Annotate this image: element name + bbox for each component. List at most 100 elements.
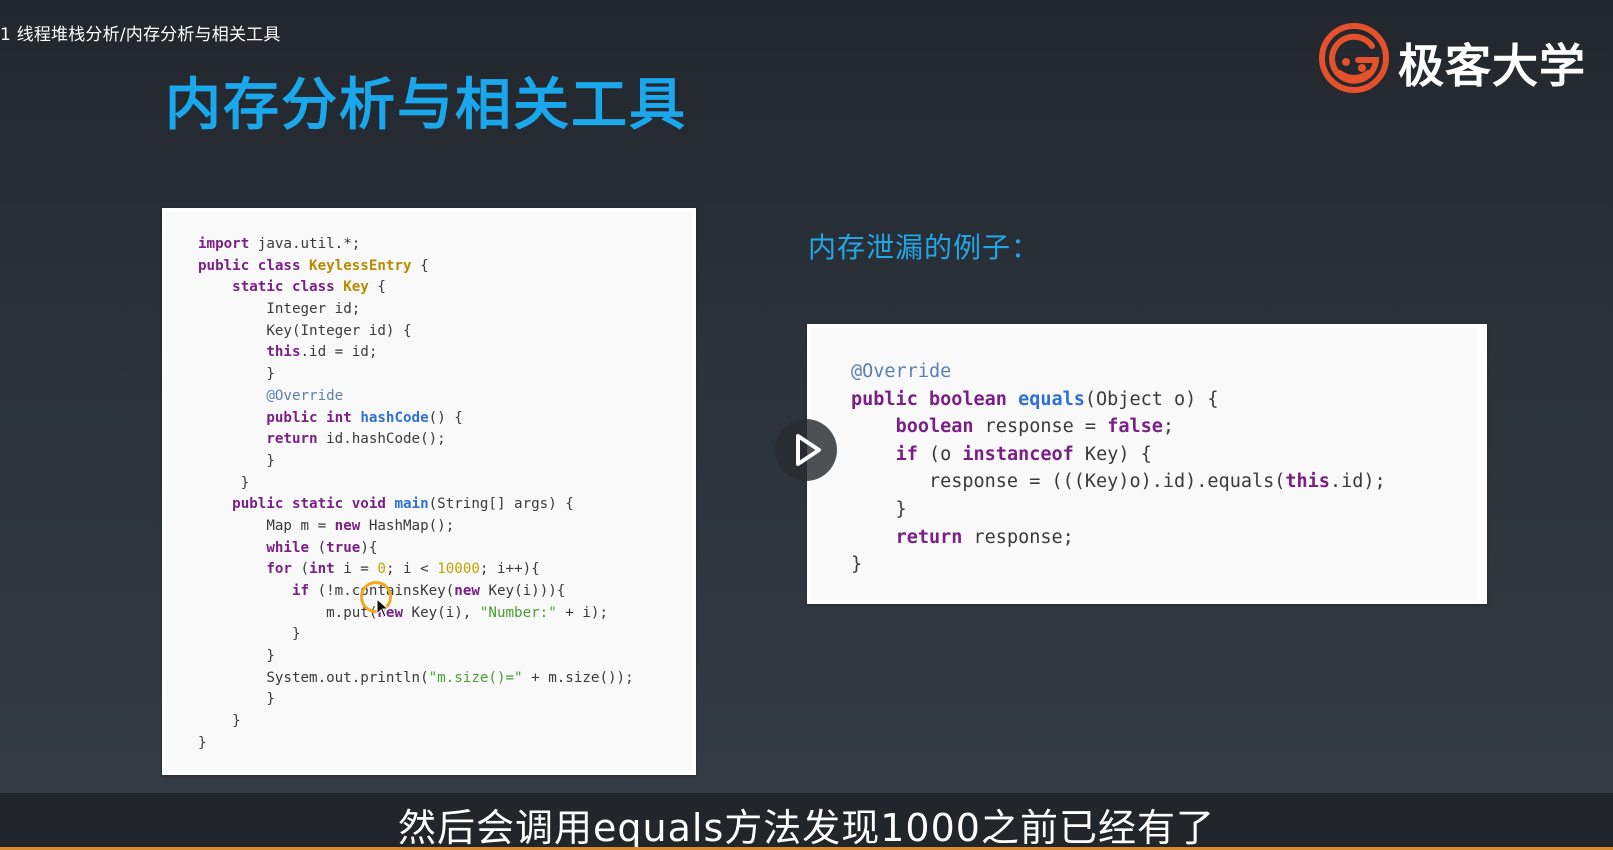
code-token: public class [198,257,310,274]
code-token: ; i++){ [479,561,540,578]
code-token: } [851,554,863,576]
code-line: } [198,689,634,711]
code-token: new [334,517,361,534]
code-token: public static void [232,496,395,513]
code-line: Map m = new HashMap(); [198,516,634,538]
code-token: + i); [556,604,608,621]
code-line: public class KeylessEntry { [198,256,634,278]
geek-university-logo-icon [1319,23,1389,93]
code-token: response; [962,526,1074,548]
code-token: hashCode [360,409,429,426]
code-token: } [198,366,275,383]
code-token: return [895,526,963,548]
code-token: id.hashCode(); [317,431,446,448]
logo-text: 极客大学 [1398,39,1586,93]
code-lines: @Override public boolean equals(Object o)… [851,358,1386,579]
code-token: boolean [895,416,974,438]
mouse-cursor-icon [376,598,390,618]
code-token: } [198,691,275,708]
slide-subheading: 内存泄漏的例子： [808,231,1041,264]
code-token: main [394,496,429,513]
slide-title: 内存分析与相关工具 [165,73,687,138]
code-token: + m.size()); [522,669,634,686]
code-line: System.out.println("m.size()=" + m.size(… [198,668,634,690]
code-token: Key(i), [403,604,480,621]
play-icon [796,434,821,466]
play-button[interactable] [775,419,837,481]
code-block-equals: @Override public boolean equals(Object o)… [807,324,1487,604]
code-line: @Override [851,358,1386,386]
code-token: { [368,279,386,296]
code-token: ; [1162,416,1175,438]
code-token: Integer id; [198,301,361,318]
code-line: public boolean equals(Object o) { [851,386,1386,414]
code-token: } [851,498,907,520]
code-line: Integer id; [198,299,634,321]
code-token: @Override [851,361,952,382]
logo: 极客大学 [1318,22,1608,94]
code-line: while (true){ [198,538,634,560]
code-token: true [326,539,361,556]
code-token: "m.size()=" [428,669,523,686]
code-token: Map m = [198,517,335,534]
code-token: 10000 [437,561,480,578]
code-line: return response; [851,524,1386,552]
code-token: Key [343,279,369,296]
code-line: public static void main(String[] args) { [198,494,634,516]
code-token: return [266,431,318,448]
code-token: this [1285,471,1330,493]
code-token: this [266,344,301,361]
code-token: ( [309,539,327,556]
code-token: ; i < [385,561,438,578]
code-token: } [198,626,301,643]
code-token: instanceof [962,443,1074,465]
code-line: Key(Integer id) { [198,321,634,343]
code-line: } [851,551,1386,579]
code-token: HashMap(); [360,517,455,534]
code-token: () { [428,409,463,426]
code-line: boolean response = false; [851,413,1386,441]
code-line: public int hashCode() { [198,408,634,430]
code-line: @Override [198,386,634,408]
code-token: static class [232,279,344,296]
code-block-background: @Override public boolean equals(Object o)… [811,328,1477,600]
code-line: } [198,733,634,755]
breadcrumb: 1 线程堆栈分析/内存分析与相关工具 [0,25,281,45]
code-token: } [198,713,241,730]
code-block-background: import java.util.*; public class KeylessE… [166,212,692,771]
code-token: .id = id; [300,344,378,361]
code-token: if [291,583,310,599]
code-token: response = (((Key)o).id).equals( [851,471,1286,493]
code-token: KeylessEntry [309,257,412,274]
code-token: m.put( [198,604,378,621]
code-token: for [266,561,292,578]
code-token: } [198,734,207,751]
code-block-keyless-entry: import java.util.*; public class KeylessE… [162,208,696,775]
code-line: } [851,496,1386,524]
code-token: Key(Integer id) { [198,322,412,339]
code-token: if [895,443,918,465]
code-token: ( [291,561,310,578]
code-token: new [454,583,480,599]
code-line: return id.hashCode(); [198,429,634,451]
code-token: @Override [266,387,344,404]
code-lines: import java.util.*; public class KeylessE… [198,234,634,755]
code-token: } [198,474,250,491]
code-line: } [198,473,634,495]
code-token: import [198,236,250,252]
code-token: i = [334,561,378,578]
video-player[interactable]: 1 线程堆栈分析/内存分析与相关工具 内存分析与相关工具 极客大学 import… [0,0,1613,850]
code-token: (String[] args) { [428,496,574,513]
code-token: Key) { [1073,443,1152,465]
